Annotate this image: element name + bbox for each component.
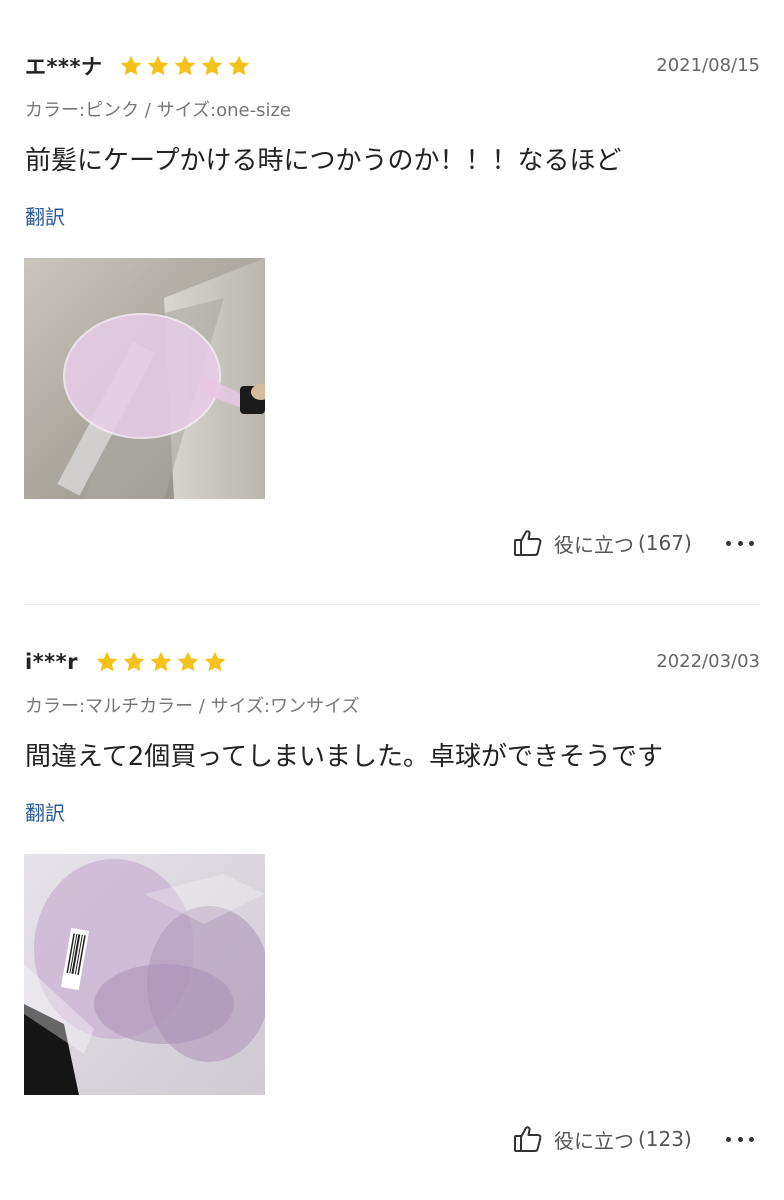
review-photo[interactable]: [24, 258, 265, 499]
star-rating: [94, 649, 229, 675]
review-card: i***r 2022/03/03 カラー:マルチカラー / サイズ:ワンサイズ …: [0, 605, 784, 1200]
review-card: エ***ナ 2021/08/15 カラー:ピンク / サイズ:one-size …: [0, 0, 784, 604]
star-icon: [199, 53, 225, 79]
helpful-button[interactable]: 役に立つ (123): [512, 1121, 692, 1157]
helpful-label: 役に立つ: [554, 532, 634, 557]
helpful-button[interactable]: 役に立つ (167): [512, 525, 692, 561]
review-photo[interactable]: [24, 854, 265, 1095]
star-icon: [118, 53, 144, 79]
review-date: 2021/08/15: [656, 55, 760, 76]
reviewer-name: i***r: [25, 650, 79, 674]
product-variant: カラー:ピンク / サイズ:one-size: [25, 100, 291, 121]
helpful-count: (123): [638, 1127, 692, 1151]
translate-link[interactable]: 翻訳: [25, 201, 65, 230]
more-dots-icon[interactable]: [726, 1128, 754, 1150]
review-body: 前髪にケープかける時につかうのか！！！なるほど: [25, 146, 622, 176]
product-variant: カラー:マルチカラー / サイズ:ワンサイズ: [25, 696, 360, 717]
star-icon: [148, 649, 174, 675]
star-icon: [145, 53, 171, 79]
review-header: エ***ナ: [25, 50, 253, 82]
star-icon: [172, 53, 198, 79]
reviewer-name: エ***ナ: [25, 55, 103, 79]
helpful-count: (167): [638, 531, 692, 555]
translate-link[interactable]: 翻訳: [25, 797, 65, 826]
star-icon: [226, 53, 252, 79]
star-icon: [175, 649, 201, 675]
thumbs-up-icon: [512, 1123, 544, 1155]
review-header: i***r: [25, 646, 229, 678]
star-icon: [94, 649, 120, 675]
star-icon: [202, 649, 228, 675]
review-date: 2022/03/03: [656, 651, 760, 672]
review-body: 間違えて2個買ってしまいました。卓球ができそうです: [25, 742, 663, 772]
thumbs-up-icon: [512, 527, 544, 559]
more-dots-icon[interactable]: [726, 532, 754, 554]
helpful-label: 役に立つ: [554, 1128, 634, 1153]
star-icon: [121, 649, 147, 675]
star-rating: [118, 53, 253, 79]
